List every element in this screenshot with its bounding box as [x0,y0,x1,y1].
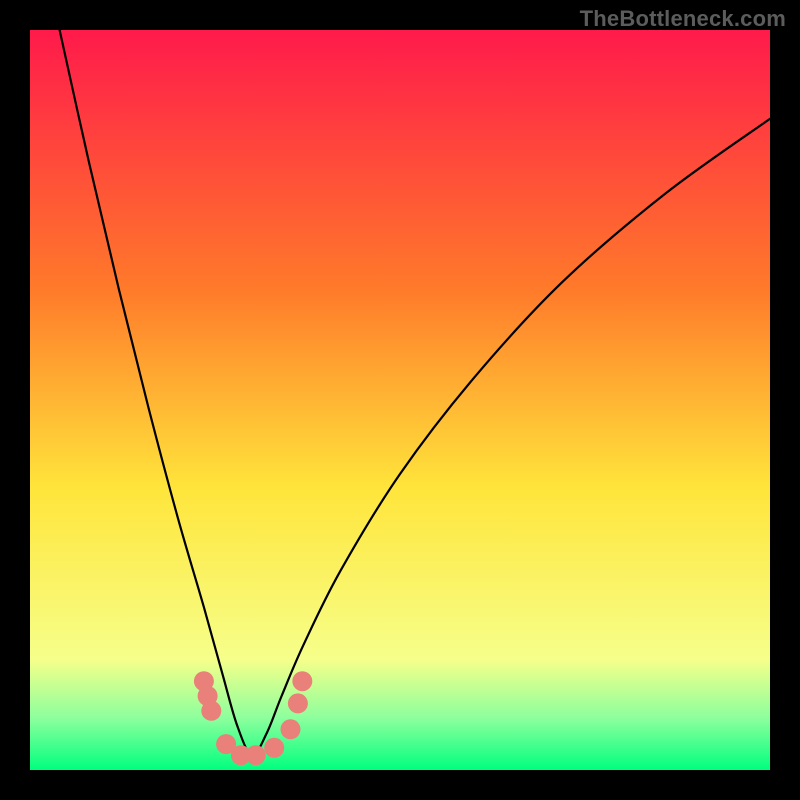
chart-frame: TheBottleneck.com [0,0,800,800]
match-dot [292,671,312,691]
plot-svg [30,30,770,770]
match-dot [246,745,266,765]
match-dot [288,693,308,713]
gradient-background [30,30,770,770]
match-dot [280,719,300,739]
match-dot [201,701,221,721]
watermark-text: TheBottleneck.com [580,6,786,32]
match-dot [264,738,284,758]
plot-area [30,30,770,770]
